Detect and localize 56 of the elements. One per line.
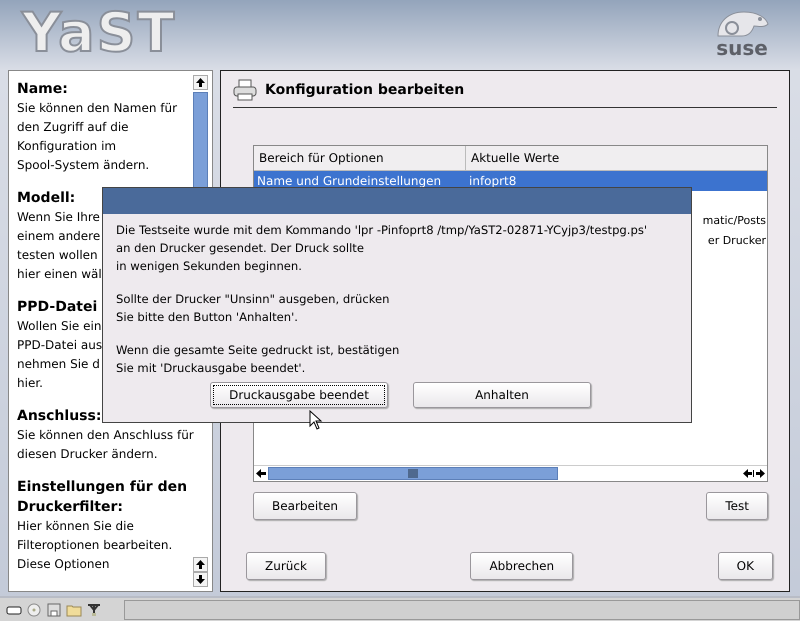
mouse-pointer-icon [309,410,323,431]
help-text-line: Wenn Sie Ihre [17,209,100,226]
dialog-text-line: Sie mit 'Druckausgabe beendet'. [116,361,306,375]
table-cell-text: infoprt8 [468,174,516,188]
left-right-arrows-icon[interactable] [743,469,765,478]
help-text-line: Hier können Sie die [17,518,134,535]
help-text-line: einem andere [17,228,100,245]
help-text-line: Spool-System ändern. [17,157,150,174]
help-text-line: testen wollen [17,247,98,264]
help-heading: PPD-Datei [17,298,98,317]
help-heading: Name: [17,80,68,99]
help-text-line: Sie können den Namen für [17,100,178,117]
help-text-line: Sie können den Anschluss für [17,427,194,444]
help-text-line: nehmen Sie d [17,356,100,373]
column-header[interactable]: Bereich für Optionen [254,146,466,170]
table-cell: er Drucker [708,234,766,247]
help-text-line: Wollen Sie ein [17,318,102,335]
floppy-icon[interactable] [46,602,62,616]
dialog-text-line: Wenn die gesamte Seite gedruckt ist, bestätigen [116,343,400,357]
printer-icon [233,79,257,101]
dialog-button[interactable]: Druckausgabe beendet [210,382,388,408]
table-action-button[interactable]: Bearbeiten [253,492,357,520]
dialog-text-line: Sie bitte den Button 'Anhalten'. [116,310,298,324]
navigation-button[interactable]: OK [718,552,773,580]
help-text-line: PPD-Datei aus [17,337,102,354]
up-arrow-icon[interactable] [196,560,205,569]
up-arrow-icon[interactable] [196,78,205,87]
help-text-line: hier. [17,375,43,392]
help-text-line: Diese Optionen [17,556,110,573]
help-heading: Modell: [17,189,76,208]
grip-icon[interactable] [408,469,418,478]
column-header[interactable]: Aktuelle Werte [466,146,560,170]
help-text-line: Konfiguration im [17,138,116,155]
table-cell: matic/Posts [702,214,766,227]
table-cell-text: Name und Grundeinstellungen [256,174,442,188]
yast-logo: YaST [22,6,176,60]
help-text-line: den Zugriff auf die [17,119,129,136]
page-title: Konfiguration bearbeiten [265,82,464,98]
left-arrow-icon[interactable] [256,469,266,478]
help-text-line: Filteroptionen bearbeiten. [17,537,172,554]
down-arrow-icon[interactable] [196,575,205,584]
dialog-text-line: in wenigen Sekunden beginnen. [116,259,302,273]
dialog-text-line: an den Drucker gesendet. Der Druck sollte [116,241,364,255]
navigation-button[interactable]: Zurück [246,552,326,580]
table-action-button[interactable]: Test [706,492,768,520]
help-text-line: diesen Drucker ändern. [17,446,158,463]
horizontal-scrollbar[interactable] [254,465,767,481]
suse-logo: suse [716,38,768,58]
help-heading: Einstellungen für den Druckerfilter: [17,478,188,517]
dialog-button[interactable]: Anhalten [413,382,591,408]
network-icon[interactable] [86,602,102,616]
help-heading: Anschluss: [17,407,102,426]
navigation-button[interactable]: Abbrechen [470,552,574,580]
dialog-text-line: Sollte der Drucker "Unsinn" ausgeben, drücken [116,292,390,306]
dialog-text-line: Die Testseite wurde mit dem Kommando 'lpr -Pinfoprt8 /tmp/YaST2-02871-YCyjp3/testpg.ps' [116,223,648,237]
help-text-line: hier einen wäl [17,266,102,283]
